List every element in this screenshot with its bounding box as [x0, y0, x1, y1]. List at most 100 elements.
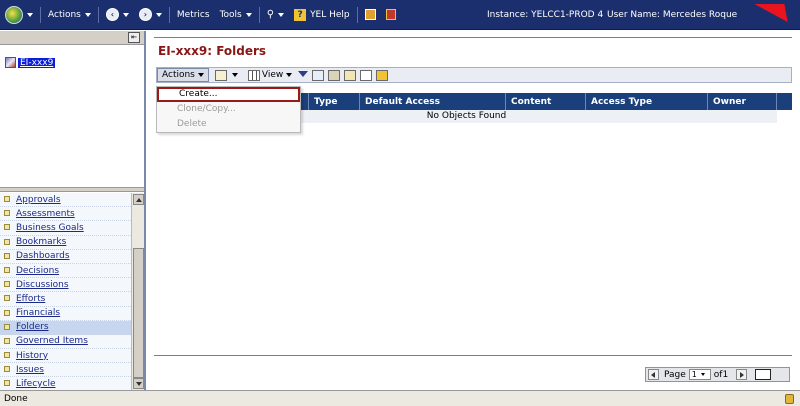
document-icon — [214, 69, 227, 81]
chevron-down-icon — [245, 12, 252, 17]
app-logo[interactable] — [0, 0, 38, 30]
sort-icon[interactable] — [360, 69, 373, 81]
previous-page-button[interactable] — [648, 369, 659, 380]
bullet-icon — [4, 352, 10, 359]
help-icon: ? — [294, 8, 307, 21]
sidebar-item-approvals[interactable]: Approvals — [0, 193, 131, 208]
bullet-icon — [4, 323, 10, 330]
bullet-icon — [4, 266, 10, 273]
table-scrollbar — [777, 93, 792, 110]
actions-dropdown-button[interactable]: Actions — [157, 68, 209, 82]
sidebar-item-label: Efforts — [16, 293, 46, 304]
lock-icon — [785, 394, 794, 404]
divider — [40, 6, 41, 23]
main-content: EI-xxx9: Folders Actions View Type Defau… — [148, 31, 800, 390]
navigation-scrollbar[interactable] — [131, 193, 144, 390]
corner-flag-icon — [754, 4, 788, 22]
sidebar-item-discussions[interactable]: Discussions — [0, 278, 131, 293]
bullet-icon — [4, 238, 10, 245]
chevron-down-icon — [122, 12, 129, 17]
bullet-icon — [4, 337, 10, 344]
sidebar-item-dashboards[interactable]: Dashboards — [0, 250, 131, 264]
sidebar-item-label: Business Goals — [16, 222, 84, 233]
sidebar-item-financials[interactable]: Financials — [0, 307, 131, 321]
tree-node-label[interactable]: EI-xxx9 — [18, 57, 56, 68]
globe-logo-icon — [5, 5, 23, 24]
divider — [154, 355, 792, 356]
print-icon[interactable] — [328, 69, 341, 81]
chevron-down-icon — [278, 12, 285, 17]
column-header-owner[interactable]: Owner — [708, 93, 777, 110]
governed-item-icon — [5, 57, 16, 68]
sidebar-item-bookmarks[interactable]: Bookmarks — [0, 236, 131, 250]
divider — [356, 6, 358, 23]
top-navigation-bar: Actions ‹ › Metrics Tools ⚲ ? YEL Help I… — [0, 0, 800, 30]
home-button[interactable] — [360, 0, 381, 30]
sidebar-item-label: History — [16, 350, 49, 361]
back-arrow-icon: ‹ — [105, 8, 119, 21]
logout-button[interactable] — [381, 0, 401, 30]
sidebar-item-efforts[interactable]: Efforts — [0, 292, 131, 307]
menu-item-clone-copy: Clone/Copy... — [177, 104, 236, 114]
view-dropdown-button[interactable]: View — [242, 68, 296, 82]
bullet-icon — [4, 210, 10, 217]
divider — [97, 6, 99, 23]
sidebar-item-label: Approvals — [16, 194, 61, 205]
filter-icon[interactable] — [298, 70, 309, 81]
chevron-down-icon — [155, 12, 162, 17]
sidebar-item-history[interactable]: History — [0, 349, 131, 364]
sidebar-item-decisions[interactable]: Decisions — [0, 264, 131, 279]
tools-menu[interactable]: Tools — [215, 0, 257, 30]
tools-menu-label: Tools — [219, 9, 242, 20]
menu-item-create[interactable]: Create... — [157, 87, 300, 102]
navigation-list: Approvals Assessments Business Goals Bookma… — [0, 193, 131, 390]
sidebar-item-assessments[interactable]: Assessments — [0, 207, 131, 222]
binoculars-icon: ⚲ — [266, 9, 275, 20]
help-button[interactable]: ? YEL Help — [289, 0, 355, 30]
scroll-thumb[interactable] — [133, 248, 144, 378]
logout-icon — [385, 9, 396, 20]
column-header-default-access[interactable]: Default Access — [360, 93, 506, 110]
scroll-up-button[interactable] — [133, 194, 144, 205]
column-header-type[interactable]: Type — [309, 93, 360, 110]
back-button[interactable]: ‹ — [101, 0, 134, 30]
bullet-icon — [4, 196, 10, 202]
column-header-access-type[interactable]: Access Type — [586, 93, 708, 110]
bullet-icon — [4, 252, 10, 259]
left-panel-toolbar: ⇤ — [0, 31, 144, 45]
collapse-panel-icon[interactable]: ⇤ — [128, 32, 140, 43]
sidebar-item-business-goals[interactable]: Business Goals — [0, 221, 131, 236]
view-toggle-icon[interactable] — [755, 369, 772, 380]
bullet-icon — [4, 309, 10, 316]
new-document-button[interactable] — [209, 68, 242, 82]
column-header-content[interactable]: Content — [506, 93, 586, 110]
sidebar-item-label: Decisions — [16, 265, 60, 276]
panel-splitter[interactable] — [0, 187, 144, 192]
forward-arrow-icon: › — [138, 8, 152, 21]
page-of-label: of1 — [713, 369, 729, 380]
status-bar: Done — [0, 390, 800, 406]
sidebar-item-label: Financials — [16, 308, 61, 319]
actions-menu-label: Actions — [48, 9, 81, 20]
copy-icon[interactable] — [312, 69, 325, 81]
chevron-down-icon — [84, 12, 91, 17]
divider — [258, 6, 260, 23]
export-icon[interactable] — [344, 69, 357, 81]
actions-menu[interactable]: Actions — [43, 0, 96, 30]
next-page-button[interactable] — [736, 369, 748, 380]
sidebar-item-issues[interactable]: Issues — [0, 363, 131, 378]
sidebar-item-lifecycle[interactable]: Lifecycle — [0, 377, 131, 390]
forward-button[interactable]: › — [134, 0, 167, 30]
sidebar-item-governed-items[interactable]: Governed Items — [0, 335, 131, 350]
scroll-down-button[interactable] — [133, 378, 144, 389]
help-icon[interactable] — [376, 69, 389, 81]
sidebar-item-label: Discussions — [16, 279, 69, 290]
bullet-icon — [4, 281, 10, 288]
page-value: 1 — [691, 370, 697, 379]
sidebar-item-folders[interactable]: Folders — [0, 320, 131, 335]
tree-node-selected[interactable]: EI-xxx9 — [5, 57, 56, 68]
page-select[interactable]: 1 — [688, 369, 711, 380]
binoculars-button[interactable]: ⚲ — [262, 0, 289, 30]
metrics-menu[interactable]: Metrics — [172, 0, 215, 30]
pagination: Page 1 of1 — [645, 367, 790, 382]
